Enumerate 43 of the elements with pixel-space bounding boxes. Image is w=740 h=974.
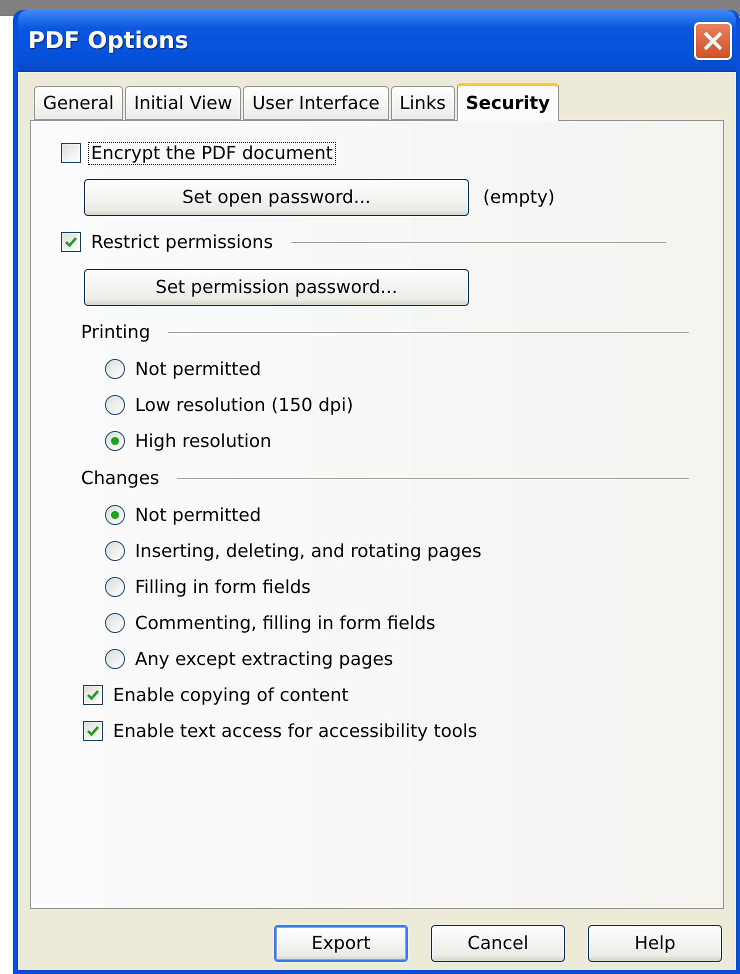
tab[interactable]: General: [34, 86, 123, 120]
checkbox[interactable]: [61, 232, 81, 252]
tab[interactable]: User Interface: [243, 86, 389, 120]
radio-button[interactable]: [105, 577, 125, 597]
radio-label[interactable]: Not permitted: [133, 504, 263, 526]
checkbox-label[interactable]: Enable copying of content: [111, 684, 351, 706]
radio-button[interactable]: [105, 541, 125, 561]
radio-button[interactable]: [105, 431, 125, 451]
radio-button[interactable]: [105, 505, 125, 525]
set-open-password-button[interactable]: Set open password...: [84, 178, 469, 216]
radio-label[interactable]: High resolution: [133, 430, 274, 452]
tab[interactable]: Security: [456, 83, 559, 121]
checkbox-label[interactable]: Enable text access for accessibility tools: [111, 720, 480, 742]
set-permission-password-button[interactable]: Set permission password...: [84, 268, 469, 306]
window-title: PDF Options: [28, 28, 188, 54]
group-heading: Changes: [80, 468, 160, 488]
password-status: (empty): [482, 186, 556, 208]
dialog-button[interactable]: Cancel: [431, 925, 565, 962]
radio-label[interactable]: Not permitted: [133, 358, 263, 380]
checkbox-label[interactable]: Restrict permissions: [89, 232, 275, 252]
radio-button[interactable]: [105, 395, 125, 415]
radio-label[interactable]: Inserting, deleting, and rotating pages: [133, 540, 484, 562]
radio-button[interactable]: [105, 613, 125, 633]
radio-label[interactable]: Filling in form fields: [133, 576, 313, 598]
radio-label[interactable]: Low resolution (150 dpi): [133, 394, 356, 416]
dialog-button[interactable]: Export: [274, 925, 408, 962]
check-icon: [64, 235, 78, 249]
group-heading: Printing: [80, 322, 152, 342]
tab[interactable]: Links: [390, 86, 455, 120]
checkbox[interactable]: [83, 721, 103, 741]
radio-button[interactable]: [105, 359, 125, 379]
check-icon: [86, 724, 100, 738]
radio-label[interactable]: Commenting, filling in form fields: [133, 612, 438, 634]
dialog-button[interactable]: Help: [588, 925, 722, 962]
radio-button[interactable]: [105, 649, 125, 669]
checkbox-label[interactable]: Encrypt the PDF document: [89, 142, 335, 164]
close-icon: [702, 30, 724, 52]
checkbox[interactable]: [83, 685, 103, 705]
checkbox[interactable]: [61, 143, 81, 163]
radio-label[interactable]: Any except extracting pages: [133, 648, 396, 670]
tab[interactable]: Initial View: [124, 86, 242, 120]
check-icon: [86, 688, 100, 702]
close-button[interactable]: [694, 22, 732, 60]
